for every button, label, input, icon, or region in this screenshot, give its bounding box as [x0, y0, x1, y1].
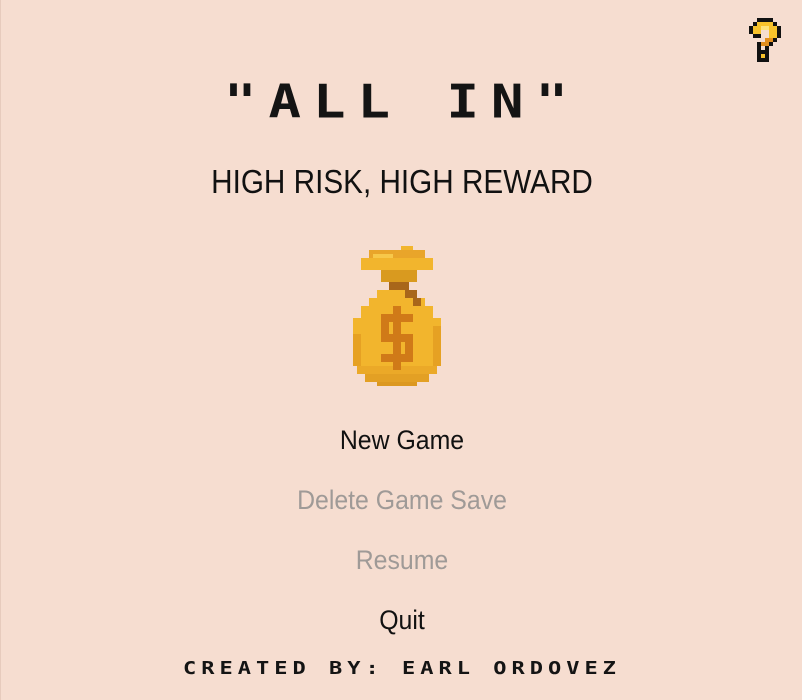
quit-button[interactable]: Quit [33, 602, 771, 638]
new-game-button[interactable]: New Game [33, 422, 771, 458]
question-mark-icon [749, 18, 781, 62]
help-button[interactable] [749, 18, 781, 62]
game-title: "ALL IN" [223, 74, 581, 129]
money-bag-icon [353, 246, 441, 386]
resume-button[interactable]: Resume [33, 542, 771, 578]
main-menu-screen: "ALL IN" HIGH RISK, HIGH REWARD New Game… [0, 0, 802, 700]
game-subtitle: HIGH RISK, HIGH REWARD [211, 163, 593, 200]
delete-game-save-button[interactable]: Delete Game Save [33, 482, 771, 518]
credits-text: CREATED BY: EARL ORDOVEZ [183, 658, 621, 679]
